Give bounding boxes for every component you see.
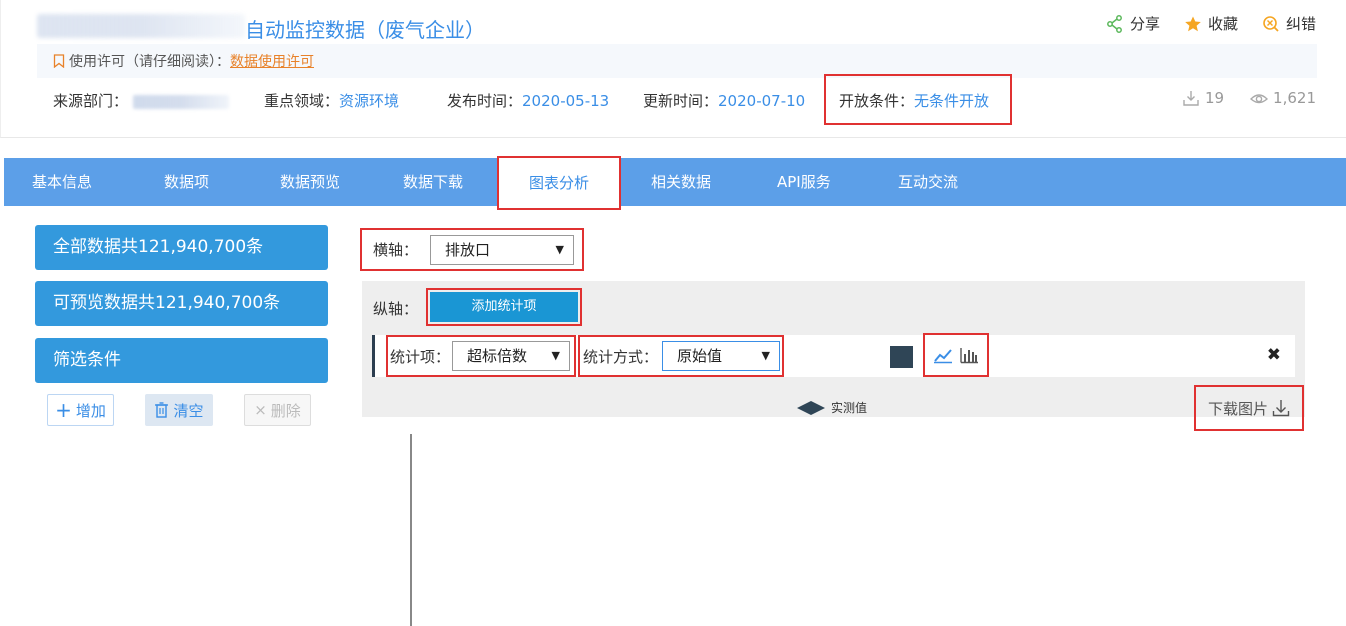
eye-icon — [1250, 94, 1269, 104]
x-axis-label: 横轴： — [373, 241, 419, 259]
x-axis-select[interactable]: 排放口 ▼ — [430, 234, 575, 265]
y-axis-panel: 纵轴： 添加统计项 统计项： 超标倍数 ▼ 统计方式： 原始值 ▼ ✖ — [362, 281, 1305, 417]
chart-legend[interactable]: 实测值 — [797, 399, 867, 416]
report-icon — [1263, 15, 1279, 32]
view-count: 1,621 — [1250, 89, 1316, 107]
stat-method-label: 统计方式： — [583, 347, 659, 366]
caret-down-icon: ▼ — [761, 349, 771, 362]
favorite-button[interactable]: 收藏 — [1184, 13, 1238, 34]
share-label: 分享 — [1129, 15, 1160, 33]
tab-data-preview[interactable]: 数据预览 — [280, 158, 340, 206]
line-chart-icon[interactable] — [933, 346, 953, 364]
stat-row: 统计项： 超标倍数 ▼ 统计方式： 原始值 ▼ ✖ — [372, 333, 1295, 377]
domain-label: 重点领域： — [264, 92, 340, 110]
bookmark-icon — [53, 54, 65, 68]
published-value: 2020-05-13 — [522, 92, 610, 110]
dataset-header: 自动监控数据（废气企业） 分享 收藏 纠错 使用许可（请仔细阅读）： 数据使用许… — [0, 0, 1346, 138]
stat-item-config: 统计项： 超标倍数 ▼ — [386, 335, 576, 377]
view-count-value: 1,621 — [1273, 89, 1316, 107]
tab-basic-info[interactable]: 基本信息 — [32, 158, 92, 206]
tab-bar: 基本信息 数据项 数据预览 数据下载 图表分析 相关数据 API服务 互动交流 — [4, 156, 1346, 210]
chart-y-axis-line — [410, 434, 412, 626]
stat-method-config: 统计方式： 原始值 ▼ — [578, 335, 784, 377]
page-title: 自动监控数据（废气企业） — [245, 18, 485, 42]
y-axis-label: 纵轴： — [373, 300, 419, 318]
meta-domain: 重点领域：资源环境 — [264, 90, 399, 111]
license-bar: 使用许可（请仔细阅读）： 数据使用许可 — [37, 44, 1317, 78]
report-label: 纠错 — [1285, 15, 1316, 33]
close-icon: × — [254, 401, 267, 419]
add-filter-label: 增加 — [75, 401, 106, 420]
plus-icon: + — [55, 398, 72, 422]
clear-filter-button[interactable]: 清空 — [145, 394, 213, 426]
stat-item-value: 超标倍数 — [467, 347, 528, 365]
filter-conditions-button[interactable]: 筛选条件 — [35, 338, 328, 383]
download-image-label: 下载图片 — [1207, 399, 1268, 418]
header-actions: 分享 收藏 纠错 — [1106, 13, 1316, 34]
published-label: 发布时间： — [447, 92, 523, 110]
trash-icon — [155, 402, 169, 418]
download-count-icon — [1183, 91, 1199, 106]
stat-method-value: 原始值 — [677, 347, 723, 365]
download-count: 19 — [1182, 89, 1224, 107]
share-icon — [1107, 14, 1122, 33]
star-icon — [1185, 16, 1201, 31]
meta-published: 发布时间：2020-05-13 — [447, 90, 609, 111]
domain-value[interactable]: 资源环境 — [339, 92, 399, 110]
stat-item-label: 统计项： — [390, 347, 451, 366]
legend-label: 实测值 — [831, 401, 868, 415]
total-records-button[interactable]: 全部数据共121,940,700条 — [35, 225, 328, 270]
tab-chart-analysis[interactable]: 图表分析 — [497, 156, 621, 210]
report-error-button[interactable]: 纠错 — [1262, 13, 1316, 34]
previewable-records-button[interactable]: 可预览数据共121,940,700条 — [35, 281, 328, 326]
add-stat-button[interactable]: 添加统计项 — [430, 292, 578, 322]
tab-interaction[interactable]: 互动交流 — [898, 158, 958, 206]
favorite-label: 收藏 — [1207, 15, 1238, 33]
remove-stat-icon[interactable]: ✖ — [1267, 345, 1281, 365]
diamond-legend-icon — [797, 400, 825, 415]
open-condition-highlight — [824, 74, 1012, 125]
blurred-source-value — [132, 94, 229, 109]
license-link[interactable]: 数据使用许可 — [230, 51, 314, 71]
download-icon — [1272, 400, 1290, 417]
download-image-button[interactable]: 下载图片 — [1194, 385, 1304, 431]
stat-item-select[interactable]: 超标倍数 ▼ — [452, 341, 571, 371]
meta-source: 来源部门： — [53, 90, 229, 111]
tab-data-download[interactable]: 数据下载 — [403, 158, 463, 206]
tab-related-data[interactable]: 相关数据 — [651, 158, 711, 206]
delete-filter-button[interactable]: × 删除 — [244, 394, 311, 426]
share-button[interactable]: 分享 — [1106, 13, 1160, 34]
bar-chart-icon[interactable] — [959, 346, 979, 364]
stat-method-select[interactable]: 原始值 ▼ — [662, 341, 781, 371]
caret-down-icon: ▼ — [548, 342, 561, 370]
tab-api-service[interactable]: API服务 — [777, 158, 831, 206]
delete-filter-label: 删除 — [270, 401, 301, 420]
x-axis-config: 横轴： 排放口 ▼ — [360, 228, 584, 271]
add-filter-button[interactable]: + 增加 — [47, 394, 114, 426]
series-color-picker[interactable] — [890, 346, 913, 368]
updated-label: 更新时间： — [643, 92, 719, 110]
meta-updated: 更新时间：2020-07-10 — [643, 90, 805, 111]
tab-data-items[interactable]: 数据项 — [164, 158, 209, 206]
updated-value: 2020-07-10 — [718, 92, 806, 110]
blurred-title-prefix — [37, 14, 245, 38]
download-count-value: 19 — [1204, 89, 1225, 107]
license-prefix: 使用许可（请仔细阅读）： — [69, 54, 230, 70]
add-stat-highlight: 添加统计项 — [426, 288, 582, 326]
caret-down-icon: ▼ — [555, 242, 565, 256]
chart-type-selector — [923, 333, 989, 377]
header-stats: 19 1,621 — [1182, 89, 1316, 107]
source-label: 来源部门： — [53, 92, 129, 110]
x-axis-value: 排放口 — [445, 240, 491, 259]
clear-filter-label: 清空 — [173, 401, 204, 420]
